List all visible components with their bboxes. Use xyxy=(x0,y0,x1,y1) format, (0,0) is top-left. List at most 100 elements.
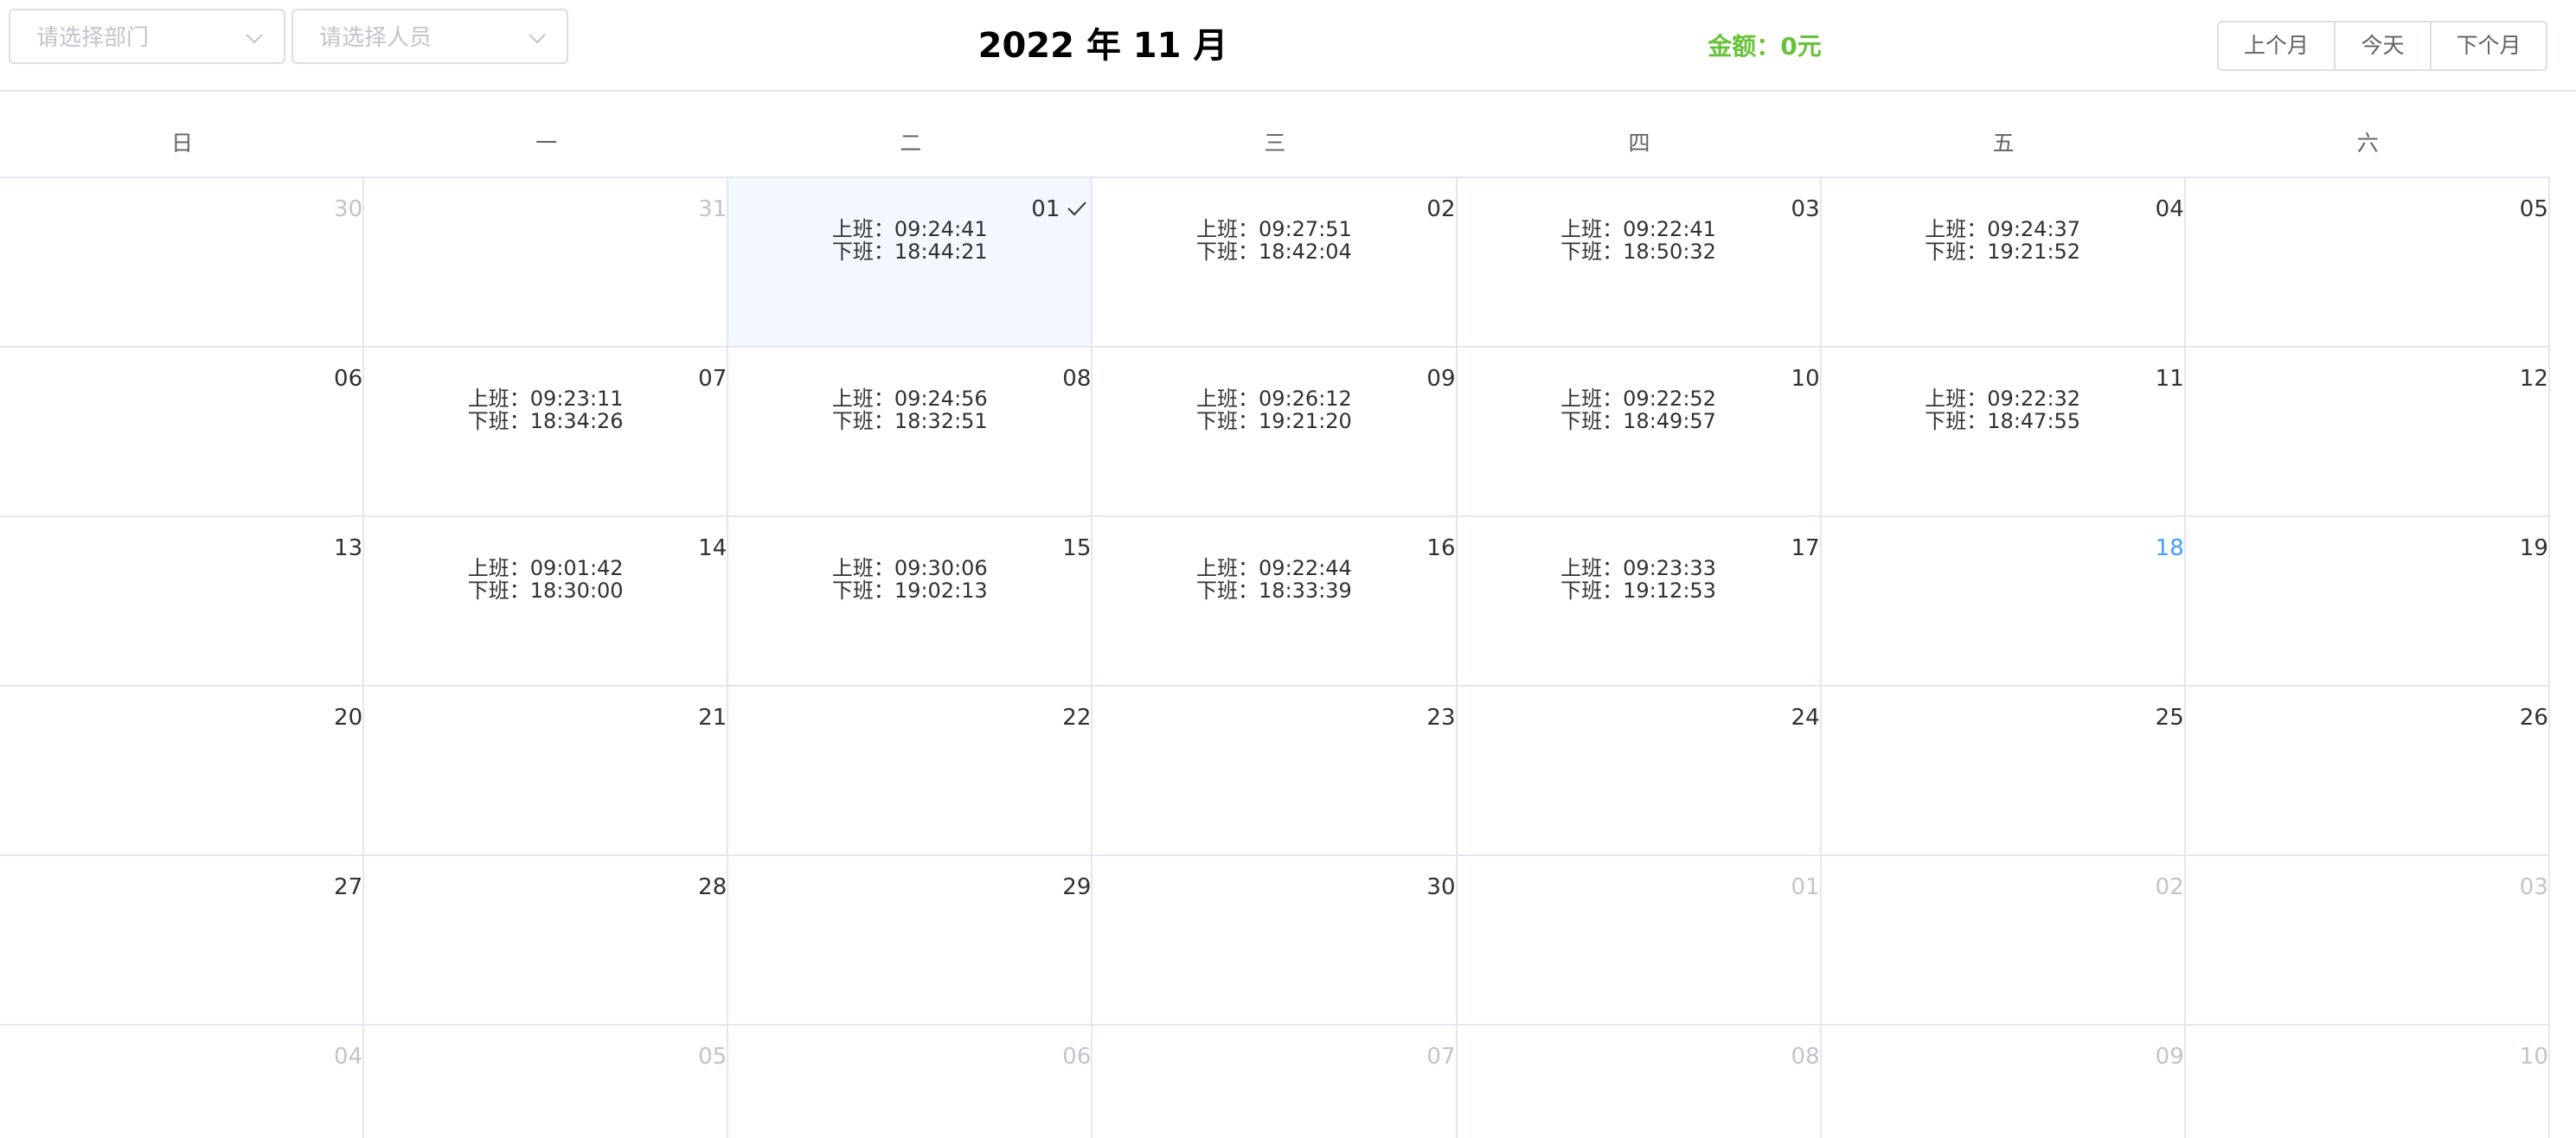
day-number: 29 xyxy=(1062,874,1092,900)
check-in-time: 上班：09:23:33 xyxy=(1560,556,1716,580)
calendar-day-cell[interactable]: 08 xyxy=(1458,1026,1822,1138)
check-out-time: 下班：18:33:39 xyxy=(1196,579,1352,603)
day-number: 08 xyxy=(1791,1044,1820,1070)
calendar-day-cell[interactable]: 05 xyxy=(2186,178,2550,346)
calendar-day-cell[interactable]: 09 xyxy=(1822,1026,2186,1138)
attendance-times: 上班：09:23:11 下班：18:34:26 xyxy=(364,387,727,432)
calendar-day-cell[interactable]: 02 上班：09:27:51 下班：18:42:04 xyxy=(1093,178,1458,346)
calendar-day-cell[interactable]: 14 上班：09:01:42 下班：18:30:00 xyxy=(364,517,729,685)
calendar-day-cell[interactable]: 05 xyxy=(364,1026,729,1138)
check-in-time: 上班：09:27:51 xyxy=(1196,217,1352,241)
weekday-label: 二 xyxy=(900,131,922,156)
day-number: 22 xyxy=(1062,705,1092,731)
calendar-day-cell[interactable]: 11 上班：09:22:32 下班：18:47:55 xyxy=(1822,348,2186,515)
calendar-day-cell[interactable]: 25 xyxy=(1822,687,2186,854)
attendance-times: 上班：09:01:42 下班：18:30:00 xyxy=(364,557,727,602)
chevron-down-icon xyxy=(529,34,546,44)
weekday-label: 日 xyxy=(171,131,194,156)
weekday-label: 四 xyxy=(1628,131,1650,156)
calendar-day-cell[interactable]: 24 xyxy=(1458,687,1822,854)
calendar-day-cell[interactable]: 18 xyxy=(1822,517,2186,685)
check-out-time: 下班：18:44:21 xyxy=(831,240,988,264)
calendar-day-cell[interactable]: 19 xyxy=(2186,517,2550,685)
calendar-day-cell[interactable]: 28 xyxy=(364,856,729,1024)
prev-month-button[interactable]: 上个月 xyxy=(2219,22,2334,69)
check-in-time: 上班：09:30:06 xyxy=(831,556,988,580)
staff-select[interactable]: 请选择人员 xyxy=(292,9,568,64)
check-out-time: 下班：19:12:53 xyxy=(1560,579,1716,603)
calendar-day-cell[interactable]: 07 上班：09:23:11 下班：18:34:26 xyxy=(364,348,729,515)
attendance-times: 上班：09:23:33 下班：19:12:53 xyxy=(1458,557,1820,602)
calendar-day-cell[interactable]: 03 上班：09:22:41 下班：18:50:32 xyxy=(1458,178,1822,346)
calendar-day-cell[interactable]: 04 上班：09:24:37 下班：19:21:52 xyxy=(1822,178,2186,346)
day-number: 31 xyxy=(698,196,727,222)
check-out-time: 下班：18:47:55 xyxy=(1925,409,2081,433)
check-in-time: 上班：09:24:37 xyxy=(1925,217,2081,241)
attendance-times: 上班：09:24:56 下班：18:32:51 xyxy=(728,387,1091,432)
calendar-day-cell[interactable]: 04 xyxy=(0,1026,365,1138)
calendar-day-cell[interactable]: 03 xyxy=(2186,856,2550,1024)
calendar-day-cell[interactable]: 22 xyxy=(728,687,1093,854)
calendar-day-cell[interactable]: 07 xyxy=(1093,1026,1458,1138)
check-out-time: 下班：18:30:00 xyxy=(467,579,624,603)
calendar-day-cell[interactable]: 23 xyxy=(1093,687,1458,854)
day-number: 02 xyxy=(2155,874,2184,900)
check-in-time: 上班：09:24:56 xyxy=(831,387,988,411)
day-number: 07 xyxy=(1426,1044,1456,1070)
day-number: 06 xyxy=(334,366,363,392)
next-month-button[interactable]: 下个月 xyxy=(2430,22,2546,69)
check-out-time: 下班：19:02:13 xyxy=(831,579,988,603)
calendar-day-cell[interactable]: 01 xyxy=(1458,856,1822,1024)
day-number: 06 xyxy=(1062,1044,1092,1070)
check-in-time: 上班：09:22:41 xyxy=(1560,217,1716,241)
calendar-day-cell[interactable]: 10 xyxy=(2186,1026,2550,1138)
day-number: 09 xyxy=(2155,1044,2184,1070)
amount-label: 金额： xyxy=(1708,32,1781,61)
calendar-day-cell[interactable]: 17 上班：09:23:33 下班：19:12:53 xyxy=(1458,517,1822,685)
weekday-label: 六 xyxy=(2356,131,2379,156)
calendar-day-cell[interactable]: 12 xyxy=(2186,348,2550,515)
check-in-time: 上班：09:01:42 xyxy=(467,556,624,580)
attendance-times: 上班：09:24:37 下班：19:21:52 xyxy=(1822,218,2184,263)
calendar-week-row: 13 14 上班：09:01:42 下班：18:30:00 15 上班：09:30:06 下… xyxy=(0,517,2550,687)
day-number: 05 xyxy=(698,1044,727,1070)
calendar-week-row: 06 07 上班：09:23:11 下班：18:34:26 08 上班：09:24:56 下… xyxy=(0,348,2550,517)
calendar-day-cell[interactable]: 30 xyxy=(1093,856,1458,1024)
calendar-day-cell[interactable]: 13 xyxy=(0,517,365,685)
calendar-day-cell[interactable]: 16 上班：09:22:44 下班：18:33:39 xyxy=(1093,517,1458,685)
attendance-times: 上班：09:22:44 下班：18:33:39 xyxy=(1093,557,1455,602)
calendar-day-cell[interactable]: 02 xyxy=(1822,856,2186,1024)
day-number: 12 xyxy=(2519,366,2548,392)
day-number: 21 xyxy=(698,705,727,731)
calendar-day-cell[interactable]: 06 xyxy=(728,1026,1093,1138)
calendar-day-cell[interactable]: 15 上班：09:30:06 下班：19:02:13 xyxy=(728,517,1093,685)
calendar-day-cell[interactable]: 10 上班：09:22:52 下班：18:49:57 xyxy=(1458,348,1822,515)
calendar-day-cell[interactable]: 20 xyxy=(0,687,365,854)
check-in-time: 上班：09:24:41 xyxy=(831,217,988,241)
check-out-time: 下班：19:21:52 xyxy=(1925,240,2081,264)
calendar-day-cell[interactable]: 01 上班：09:24:41 下班：18:44:21 xyxy=(728,178,1093,346)
today-button[interactable]: 今天 xyxy=(2334,22,2430,69)
calendar-day-cell[interactable]: 30 xyxy=(0,178,365,346)
calendar-day-cell[interactable]: 27 xyxy=(0,856,365,1024)
calendar-day-cell[interactable]: 26 xyxy=(2186,687,2550,854)
check-in-time: 上班：09:26:12 xyxy=(1196,387,1352,411)
day-number: 28 xyxy=(698,874,727,900)
calendar-day-cell[interactable]: 21 xyxy=(364,687,729,854)
day-number: 19 xyxy=(2519,535,2548,561)
calendar-header: 请选择部门 请选择人员 2022 年 11 月 金额：0元 上个月 今天 下个月 xyxy=(0,0,2576,92)
weekday-label: 一 xyxy=(535,131,558,156)
check-out-time: 下班：19:21:20 xyxy=(1196,409,1352,433)
department-select-placeholder: 请选择部门 xyxy=(36,25,150,51)
calendar-day-cell[interactable]: 09 上班：09:26:12 下班：19:21:20 xyxy=(1093,348,1458,515)
check-icon xyxy=(1067,201,1087,216)
calendar-day-cell[interactable]: 06 xyxy=(0,348,365,515)
calendar-day-cell[interactable]: 08 上班：09:24:56 下班：18:32:51 xyxy=(728,348,1093,515)
calendar-day-cell[interactable]: 31 xyxy=(364,178,729,346)
day-number: 03 xyxy=(2519,874,2548,900)
check-out-time: 下班：18:32:51 xyxy=(831,409,988,433)
calendar-day-cell[interactable]: 29 xyxy=(728,856,1093,1024)
department-select[interactable]: 请选择部门 xyxy=(9,9,285,64)
attendance-times: 上班：09:30:06 下班：19:02:13 xyxy=(728,557,1091,602)
day-number: 20 xyxy=(334,705,363,731)
